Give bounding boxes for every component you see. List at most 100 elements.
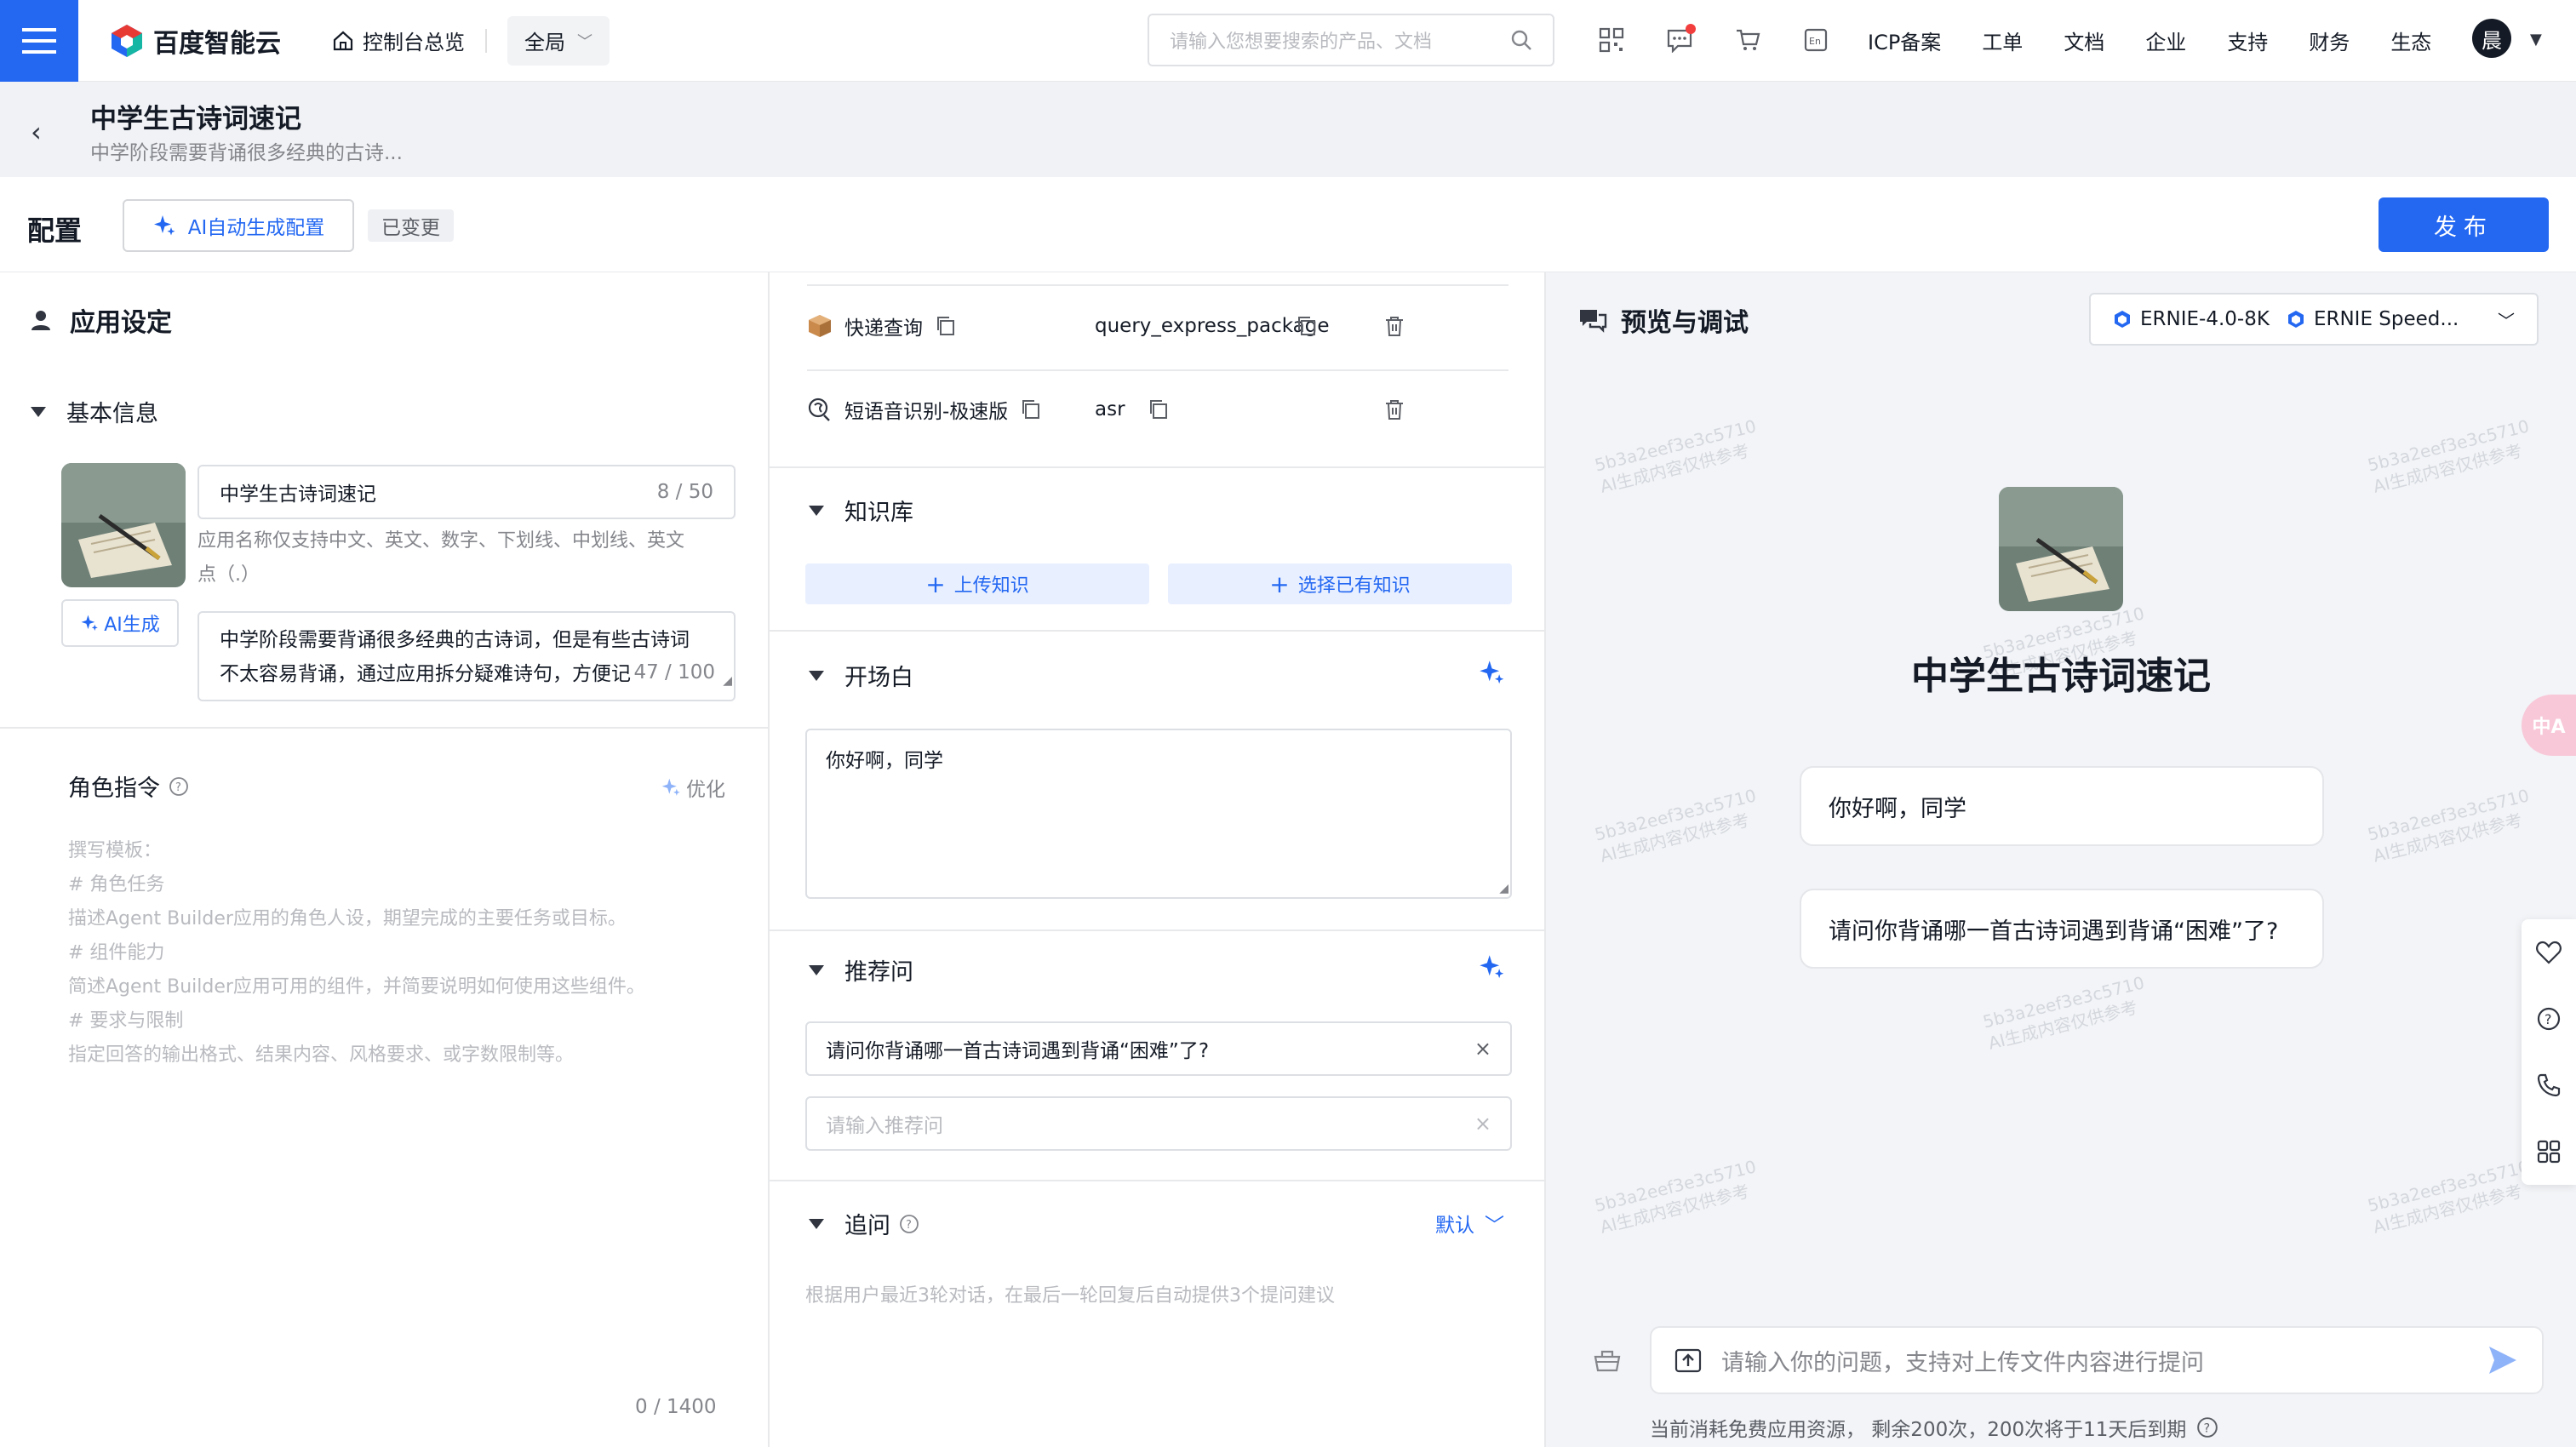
preview-panel: 预览与调试 ERNIE-4.0-8K ERNIE Speed... ﹀ 5b3a…	[1546, 272, 2576, 1447]
role-instruction-textarea[interactable]: 撰写模板： # 角色任务 描述Agent Builder应用的角色人设，期望完成…	[68, 834, 645, 1072]
close-icon[interactable]: ×	[1474, 1112, 1491, 1135]
help-circle-icon[interactable]: ?	[2196, 1416, 2218, 1438]
app-name-count: 8 / 50	[656, 481, 713, 503]
followup-mode-select[interactable]: 默认 ﹀	[1435, 1209, 1504, 1238]
send-icon[interactable]	[2486, 1343, 2520, 1377]
sparkle-icon	[153, 215, 175, 236]
ai-generate-button[interactable]: AI生成	[61, 599, 179, 647]
upload-file-icon[interactable]	[1674, 1346, 1703, 1375]
help-circle-icon[interactable]: ?	[169, 776, 189, 797]
opening-toggle[interactable]: 开场白	[809, 659, 913, 692]
link-enterprise[interactable]: 企业	[2145, 26, 2186, 55]
ai-config-button[interactable]: AI自动生成配置	[123, 199, 354, 252]
app-description-field[interactable]: 中学阶段需要背诵很多经典的古诗词，但是有些古诗词不太容易背诵，通过应用拆分疑难诗…	[197, 611, 736, 701]
recommend-question-field[interactable]: 请问你背诵哪一首古诗词遇到背诵“困难”了? ×	[805, 1021, 1512, 1076]
recommend-question-input[interactable]: 请输入推荐问 ×	[805, 1096, 1512, 1151]
copy-icon[interactable]	[1148, 398, 1170, 420]
avatar[interactable]: 晨	[2472, 19, 2511, 58]
copy-icon[interactable]	[1296, 315, 1318, 337]
optimize-button[interactable]: 优化	[661, 773, 725, 802]
console-home-link[interactable]: 控制台总览	[332, 26, 465, 55]
language-icon[interactable]: En	[1800, 24, 1832, 56]
tool-row: 快递查询 query_express_package	[807, 312, 1505, 340]
model-icon	[2115, 311, 2130, 328]
chat-input[interactable]: 请输入你的问题，支持对上传文件内容进行提问	[1650, 1326, 2544, 1394]
chevron-down-icon[interactable]: ▼	[2530, 31, 2542, 49]
region-label: 全局	[524, 31, 565, 54]
opening-textarea[interactable]: 你好啊，同学 ◢	[805, 729, 1512, 899]
svg-text:?: ?	[175, 781, 181, 794]
package-icon	[809, 315, 831, 337]
knowledge-toggle[interactable]: 知识库	[809, 494, 913, 527]
help-circle-icon[interactable]: ?	[2536, 1006, 2562, 1032]
message-icon[interactable]	[1663, 24, 1696, 56]
brand-name: 百度智能云	[153, 28, 281, 59]
recommend-placeholder: 请输入推荐问	[826, 1115, 943, 1137]
preview-app-avatar	[1999, 487, 2123, 611]
resize-handle-icon[interactable]: ◢	[723, 664, 732, 698]
sparkle-icon[interactable]	[1478, 953, 1505, 981]
caret-down-icon	[31, 406, 46, 417]
back-arrow-icon[interactable]: ‹	[31, 116, 42, 148]
sparkle-icon[interactable]	[1478, 659, 1505, 686]
link-finance[interactable]: 财务	[2309, 26, 2350, 55]
hamburger-menu-icon[interactable]	[0, 0, 78, 82]
cart-icon[interactable]	[1732, 24, 1764, 56]
quota-text: 当前消耗免费应用资源， 剩余200次，200次将于11天后到期	[1650, 1419, 2187, 1441]
close-icon[interactable]: ×	[1474, 1037, 1491, 1061]
basic-info-toggle[interactable]: 基本信息	[31, 395, 158, 428]
trash-icon[interactable]	[1382, 314, 1406, 338]
copy-icon[interactable]	[935, 315, 957, 337]
app-name-hint-line1: 应用名称仅支持中文、英文、数字、下划线、中划线、英文	[197, 530, 685, 552]
link-docs[interactable]: 文档	[2064, 26, 2104, 55]
heart-icon[interactable]	[2535, 940, 2562, 965]
app-settings-panel: 应用设定 基本信息 中学生古诗词速记 8 / 50 应用名称仅支持中文、英文、数…	[0, 272, 770, 1447]
link-icp[interactable]: ICP备案	[1868, 26, 1941, 55]
app-description-value: 中学阶段需要背诵很多经典的古诗词，但是有些古诗词不太容易背诵，通过应用拆分疑难诗…	[220, 629, 690, 685]
greeting-text: 你好啊，同学	[1829, 795, 1966, 822]
publish-button[interactable]: 发布	[2379, 197, 2549, 252]
link-ticket[interactable]: 工单	[1982, 26, 2023, 55]
global-search-input[interactable]: 请输入您想要搜索的产品、文档	[1148, 14, 1554, 66]
copy-icon[interactable]	[1020, 398, 1042, 420]
brand-logo[interactable]: 百度智能云	[109, 22, 281, 60]
knowledge-title: 知识库	[844, 500, 913, 526]
followup-toggle[interactable]: 追问 ?	[809, 1207, 919, 1240]
chat-bubbles-icon	[1580, 310, 1607, 333]
tool-id: query_express_package	[1095, 315, 1330, 337]
trash-icon[interactable]	[1382, 397, 1406, 421]
app-avatar-image[interactable]	[61, 463, 186, 587]
resize-handle-icon[interactable]: ◢	[1499, 882, 1508, 895]
divider	[807, 284, 1508, 286]
phone-icon[interactable]	[2536, 1072, 2562, 1098]
watermark: 5b3a2eef3e3c5710 AI生成内容仅供参考	[1593, 1155, 1764, 1238]
help-circle-icon[interactable]: ?	[899, 1214, 919, 1234]
followup-title: 追问	[844, 1213, 890, 1239]
search-icon[interactable]	[1510, 29, 1532, 51]
divider	[770, 466, 1544, 468]
svg-text:?: ?	[906, 1219, 912, 1232]
qrcode-icon[interactable]	[1595, 24, 1628, 56]
page-title: 中学生古诗词速记	[90, 104, 301, 134]
clear-chat-icon[interactable]	[1592, 1347, 1623, 1374]
app-name-hint: 应用名称仅支持中文、英文、数字、下划线、中划线、英文 点（.）	[197, 524, 742, 592]
preview-app-name: 中学生古诗词速记	[1911, 655, 2211, 698]
followup-description: 根据用户最近3轮对话，在最后一轮回复后自动提供3个提问建议	[805, 1285, 1335, 1307]
app-name-field[interactable]: 中学生古诗词速记 8 / 50	[197, 465, 736, 519]
region-select[interactable]: 全局 ﹀	[507, 15, 610, 66]
upload-knowledge-button[interactable]: + 上传知识	[805, 563, 1149, 604]
template-line: 撰写模板：	[68, 840, 163, 861]
link-support[interactable]: 支持	[2227, 26, 2268, 55]
recommend-toggle[interactable]: 推荐问	[809, 953, 913, 987]
speech-recognition-icon	[808, 397, 830, 421]
greeting-bubble: 你好啊，同学	[1800, 766, 2324, 846]
link-ecosystem[interactable]: 生态	[2390, 26, 2431, 55]
settings-title: 应用设定	[70, 308, 172, 338]
grid-apps-icon[interactable]	[2536, 1139, 2562, 1164]
model-select[interactable]: ERNIE-4.0-8K ERNIE Speed... ﹀	[2089, 293, 2539, 346]
suggested-question-button[interactable]: 请问你背诵哪一首古诗词遇到背诵“困难”了?	[1800, 889, 2324, 969]
watermark: 5b3a2eef3e3c5710 AI生成内容仅供参考	[1593, 415, 1764, 497]
assistant-badge[interactable]: 中A	[2522, 695, 2576, 756]
select-knowledge-button[interactable]: + 选择已有知识	[1168, 563, 1512, 604]
plus-icon: +	[1269, 569, 1290, 598]
